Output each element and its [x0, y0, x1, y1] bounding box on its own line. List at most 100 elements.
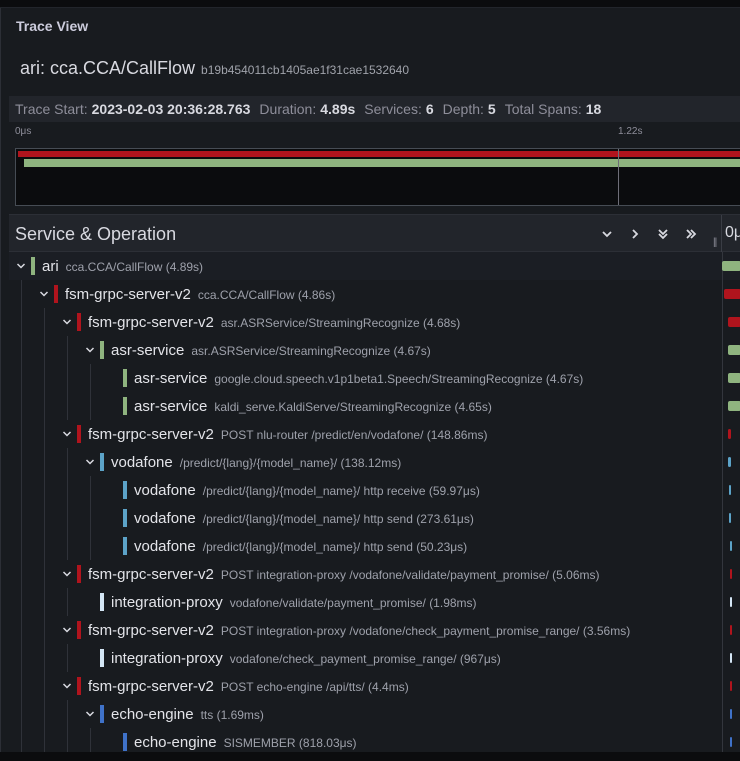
span-timeline-bar[interactable]	[729, 513, 731, 523]
span-collapse-toggle[interactable]	[83, 343, 97, 357]
span-row[interactable]: ari cca.CCA/CallFlow (4.89s)	[9, 252, 740, 280]
operation-name: SISMEMBER (818.03μs)	[223, 736, 357, 750]
tree-guide-line	[90, 364, 91, 392]
span-timeline-bar[interactable]	[730, 569, 732, 579]
span-label[interactable]: vodafone/predict/{lang}/{model_name}/ ht…	[134, 510, 474, 527]
span-label[interactable]: vodafone/predict/{lang}/{model_name}/ ht…	[134, 538, 467, 555]
span-label[interactable]: fsm-grpc-server-v2 POST nlu-router /predi…	[88, 426, 487, 443]
span-row-label-column: integration-proxy vodafone/validate/payme…	[9, 588, 722, 616]
span-label[interactable]: echo-engine SISMEMBER (818.03μs)	[134, 734, 357, 751]
span-timeline-bar[interactable]	[730, 737, 732, 747]
span-label[interactable]: fsm-grpc-server-v2 asr.ASRService/Streami…	[88, 314, 460, 331]
span-collapse-toggle[interactable]	[60, 427, 74, 441]
span-row[interactable]: fsm-grpc-server-v2 POST integration-proxy…	[9, 616, 740, 644]
expand-all-button[interactable]	[680, 223, 702, 245]
span-label[interactable]: vodafone/predict/{lang}/{model_name}/ ht…	[134, 482, 480, 499]
span-row-label-column: integration-proxy vodafone/check_payment_…	[9, 644, 722, 672]
column-divider[interactable]	[721, 215, 722, 253]
trace-header: ari: cca.CCA/CallFlow b19b454011cb1405ae…	[20, 58, 409, 79]
span-label[interactable]: fsm-grpc-server-v2 POST integration-proxy…	[88, 566, 600, 583]
span-timeline-bar[interactable]	[730, 597, 732, 607]
span-timeline-bar[interactable]	[728, 317, 740, 327]
span-timeline-bar[interactable]	[730, 709, 732, 719]
tree-guide-line	[67, 588, 68, 616]
column-divider	[722, 672, 723, 700]
span-timeline-bar[interactable]	[728, 345, 740, 355]
collapse-all-button[interactable]	[652, 223, 674, 245]
span-collapse-toggle[interactable]	[60, 623, 74, 637]
span-row[interactable]: asr-service asr.ASRService/StreamingRecog…	[9, 336, 740, 364]
span-timeline-bar[interactable]	[728, 457, 731, 467]
chevron-down-icon	[602, 231, 612, 238]
span-label[interactable]: fsm-grpc-server-v2 POST echo-engine /api/…	[88, 678, 409, 695]
span-collapse-toggle[interactable]	[83, 707, 97, 721]
tree-guide-line	[44, 616, 45, 644]
span-timeline-bar[interactable]	[728, 429, 731, 439]
trace-stats-bar: Trace Start: 2023-02-03 20:36:28.763 Dur…	[9, 96, 740, 122]
span-label[interactable]: ari cca.CCA/CallFlow (4.89s)	[42, 258, 203, 275]
trace-minimap[interactable]	[15, 148, 740, 206]
span-collapse-toggle[interactable]	[83, 455, 97, 469]
span-label[interactable]: asr-service kaldi_serve.KaldiServe/Stream…	[134, 398, 492, 415]
span-timeline-bar[interactable]	[729, 485, 731, 495]
span-row[interactable]: vodafone/predict/{lang}/{model_name}/ ht…	[9, 476, 740, 504]
span-collapse-toggle[interactable]	[37, 287, 51, 301]
span-row[interactable]: fsm-grpc-server-v2 cca.CCA/CallFlow (4.86…	[9, 280, 740, 308]
span-row[interactable]: asr-service google.cloud.speech.v1p1beta1…	[9, 364, 740, 392]
span-label[interactable]: fsm-grpc-server-v2 POST integration-proxy…	[88, 622, 630, 639]
span-timeline-bar[interactable]	[724, 289, 740, 299]
service-color-bar	[77, 621, 81, 639]
service-operation-header: Service & Operation || 0μs	[9, 214, 740, 253]
span-label[interactable]: asr-service google.cloud.speech.v1p1beta1…	[134, 370, 583, 387]
span-timeline-bar[interactable]	[730, 625, 732, 635]
collapse-one-button[interactable]	[596, 223, 618, 245]
span-timeline-bar[interactable]	[728, 401, 740, 411]
service-color-bar	[77, 313, 81, 331]
span-row[interactable]: fsm-grpc-server-v2 POST integration-proxy…	[9, 560, 740, 588]
tree-guide-line	[21, 644, 22, 672]
span-row[interactable]: fsm-grpc-server-v2 POST echo-engine /api/…	[9, 672, 740, 700]
span-timeline-bar[interactable]	[730, 541, 732, 551]
span-row-label-column: fsm-grpc-server-v2 asr.ASRService/Streami…	[9, 308, 722, 336]
span-row-label-column: vodafone/predict/{lang}/{model_name}/ ht…	[9, 532, 722, 560]
operation-name: POST integration-proxy /vodafone/validat…	[220, 568, 600, 582]
span-label[interactable]: fsm-grpc-server-v2 cca.CCA/CallFlow (4.86…	[65, 286, 335, 303]
span-row[interactable]: vodafone/predict/{lang}/{model_name}/ ht…	[9, 532, 740, 560]
span-row-label-column: fsm-grpc-server-v2 POST nlu-router /predi…	[9, 420, 722, 448]
service-name: integration-proxy	[111, 594, 223, 611]
span-row-label-column: asr-service asr.ASRService/StreamingRecog…	[9, 336, 722, 364]
span-label[interactable]: integration-proxy vodafone/check_payment_…	[111, 650, 501, 667]
span-row[interactable]: integration-proxy vodafone/validate/payme…	[9, 588, 740, 616]
span-collapse-toggle[interactable]	[60, 567, 74, 581]
span-timeline-bar[interactable]	[730, 681, 732, 691]
span-timeline-bar[interactable]	[722, 261, 740, 271]
span-timeline-bar[interactable]	[730, 653, 732, 663]
tree-guide-line	[44, 588, 45, 616]
column-resizer-icon[interactable]: ||	[713, 237, 717, 248]
span-label[interactable]: echo-engine tts (1.69ms)	[111, 706, 264, 723]
span-label[interactable]: asr-service asr.ASRService/StreamingRecog…	[111, 342, 431, 359]
span-collapse-toggle[interactable]	[14, 259, 28, 273]
expand-one-button[interactable]	[624, 223, 646, 245]
tree-guide-line	[21, 392, 22, 420]
span-row[interactable]: integration-proxy vodafone/check_payment_…	[9, 644, 740, 672]
span-row[interactable]: fsm-grpc-server-v2 asr.ASRService/Streami…	[9, 308, 740, 336]
span-collapse-toggle[interactable]	[60, 315, 74, 329]
service-name: vodafone	[134, 538, 196, 555]
span-collapse-toggle[interactable]	[60, 679, 74, 693]
span-row[interactable]: asr-service kaldi_serve.KaldiServe/Stream…	[9, 392, 740, 420]
span-label[interactable]: integration-proxy vodafone/validate/payme…	[111, 594, 477, 611]
span-row[interactable]: vodafone/predict/{lang}/{model_name}/ ht…	[9, 504, 740, 532]
span-timeline-bar[interactable]	[728, 373, 740, 383]
column-divider	[722, 448, 723, 476]
chevron-down-icon	[62, 431, 72, 437]
service-name: echo-engine	[111, 706, 194, 723]
span-row[interactable]: vodafone/predict/{lang}/{model_name}/ (1…	[9, 448, 740, 476]
span-row[interactable]: fsm-grpc-server-v2 POST nlu-router /predi…	[9, 420, 740, 448]
span-label[interactable]: vodafone/predict/{lang}/{model_name}/ (1…	[111, 454, 401, 471]
column-divider	[722, 616, 723, 644]
operation-name: asr.ASRService/StreamingRecognize (4.67s…	[191, 344, 431, 358]
span-row-label-column: fsm-grpc-server-v2 POST integration-proxy…	[9, 616, 722, 644]
span-row-label-column: vodafone/predict/{lang}/{model_name}/ ht…	[9, 476, 722, 504]
span-row[interactable]: echo-engine tts (1.69ms)	[9, 700, 740, 728]
